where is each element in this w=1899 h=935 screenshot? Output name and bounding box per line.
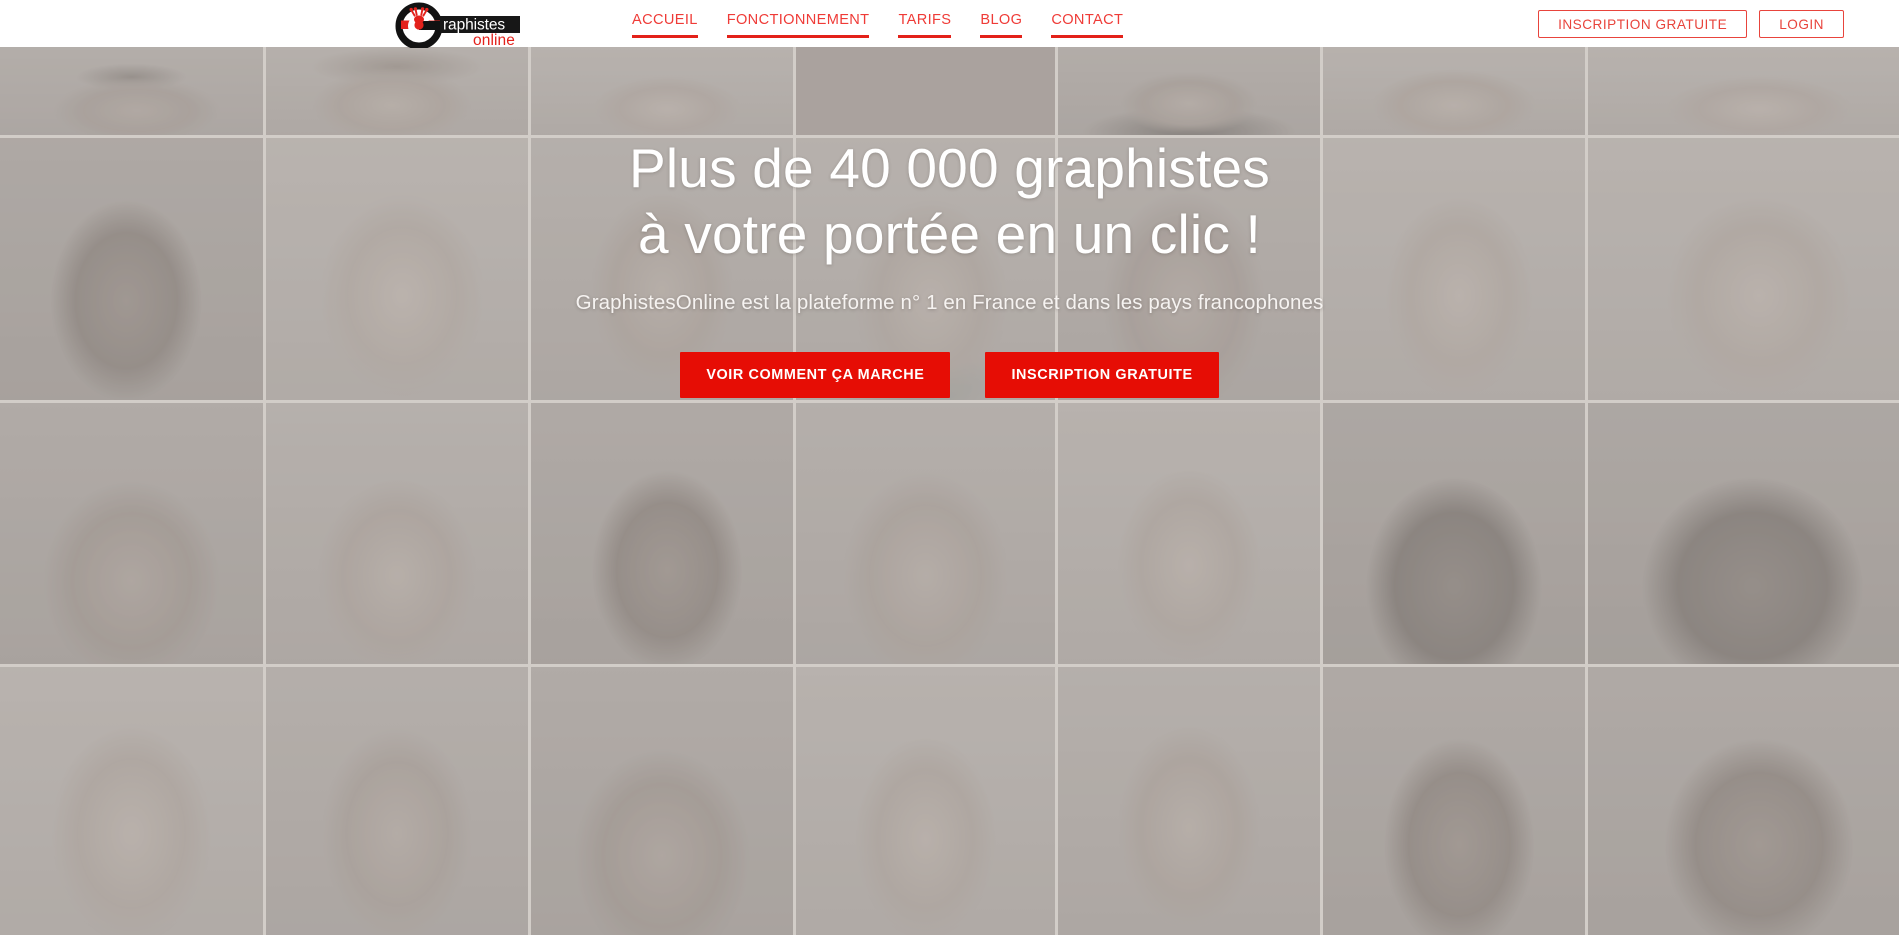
mosaic-tile xyxy=(1058,403,1320,664)
mosaic-tile xyxy=(266,47,528,135)
nav-label: ACCUEIL xyxy=(632,12,698,29)
nav-underline xyxy=(1051,35,1124,38)
mosaic-tile xyxy=(531,403,793,664)
logo-mark: raphistes online xyxy=(395,2,520,48)
nav-item-tarifs[interactable]: TARIFS xyxy=(898,9,952,38)
mosaic-tile xyxy=(266,403,528,664)
site-header: raphistes online ACCUEIL FONCTIONNEMENT … xyxy=(0,0,1899,48)
mosaic-tile xyxy=(1588,403,1899,664)
nav-underline xyxy=(980,35,1023,38)
svg-text:online: online xyxy=(473,32,515,48)
nav-item-contact[interactable]: CONTACT xyxy=(1051,9,1124,38)
nav-label: CONTACT xyxy=(1051,12,1124,29)
free-signup-button[interactable]: INSCRIPTION GRATUITE xyxy=(985,352,1219,398)
nav-label: FONCTIONNEMENT xyxy=(726,12,870,29)
mosaic-tile xyxy=(0,667,263,935)
mosaic-tile xyxy=(266,667,528,935)
mosaic-tile xyxy=(1323,667,1585,935)
signup-button[interactable]: INSCRIPTION GRATUITE xyxy=(1538,10,1748,38)
how-it-works-button[interactable]: VOIR COMMENT ÇA MARCHE xyxy=(680,352,951,398)
page-root: raphistes online ACCUEIL FONCTIONNEMENT … xyxy=(0,0,1899,935)
mosaic-tile xyxy=(0,403,263,664)
mosaic-tile xyxy=(1058,47,1320,135)
hero-cta-group: VOIR COMMENT ÇA MARCHE INSCRIPTION GRATU… xyxy=(0,352,1899,398)
main-navigation: ACCUEIL FONCTIONNEMENT TARIFS BLOG CONTA… xyxy=(632,0,1124,47)
nav-label: BLOG xyxy=(980,12,1023,29)
nav-item-blog[interactable]: BLOG xyxy=(980,9,1023,38)
mosaic-tile xyxy=(0,47,263,135)
mosaic-tile xyxy=(531,667,793,935)
login-button[interactable]: LOGIN xyxy=(1759,10,1844,38)
svg-text:raphistes: raphistes xyxy=(443,16,505,33)
logo-graphistesonline[interactable]: raphistes online xyxy=(386,2,531,48)
mosaic-tile xyxy=(1323,403,1585,664)
mosaic-tile xyxy=(1588,47,1899,135)
nav-underline xyxy=(898,35,952,38)
mosaic-tile xyxy=(1058,667,1320,935)
mosaic-tile xyxy=(796,403,1055,664)
mosaic-tile xyxy=(796,667,1055,935)
hero-photo-mosaic xyxy=(0,47,1899,935)
nav-item-fonctionnement[interactable]: FONCTIONNEMENT xyxy=(726,9,870,38)
nav-item-accueil[interactable]: ACCUEIL xyxy=(632,9,698,38)
nav-label: TARIFS xyxy=(898,12,952,29)
mosaic-tile xyxy=(531,47,793,135)
mosaic-tile xyxy=(1588,667,1899,935)
mosaic-tile xyxy=(796,47,1055,135)
hero-section: Plus de 40 000 graphistes à votre portée… xyxy=(0,47,1899,935)
header-actions: INSCRIPTION GRATUITE LOGIN xyxy=(1538,10,1844,38)
nav-underline xyxy=(726,35,870,38)
nav-underline xyxy=(632,35,698,38)
mosaic-tile xyxy=(1323,47,1585,135)
